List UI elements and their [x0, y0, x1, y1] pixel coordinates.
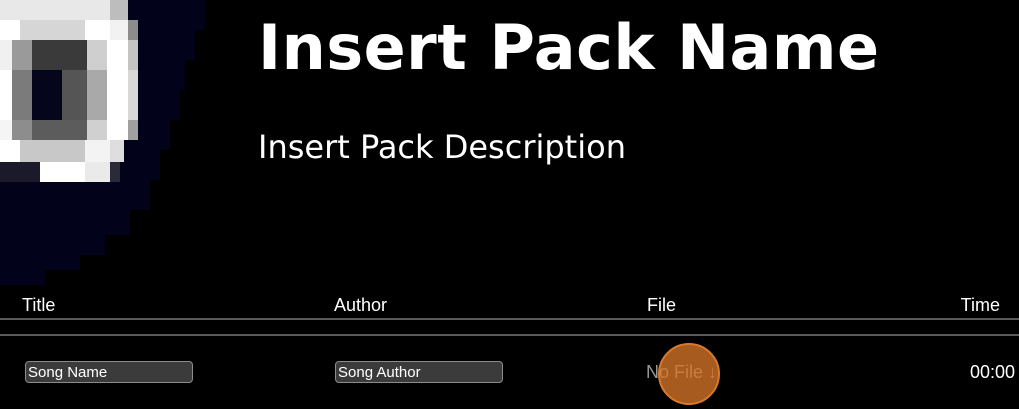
track-time: 00:00: [969, 362, 1015, 382]
file-upload-link[interactable]: No File ↓: [646, 361, 717, 383]
column-header-title: Title: [22, 295, 56, 315]
track-table-header: Title Author File Time: [0, 292, 1019, 320]
pack-cover-art: [0, 0, 205, 285]
column-header-author: Author: [334, 295, 388, 315]
header-divider-top: [0, 318, 1019, 320]
column-header-time: Time: [960, 295, 1000, 315]
pack-description: Insert Pack Description: [258, 128, 626, 166]
song-name-input[interactable]: [25, 361, 193, 383]
pixelated-disc-art-icon: [0, 0, 205, 285]
song-author-input[interactable]: [335, 361, 503, 383]
header-divider-bottom: [0, 334, 1019, 336]
column-header-file: File: [647, 295, 677, 315]
pack-name-title: Insert Pack Name: [258, 11, 880, 84]
table-row: No File ↓ 00:00: [0, 345, 1019, 403]
